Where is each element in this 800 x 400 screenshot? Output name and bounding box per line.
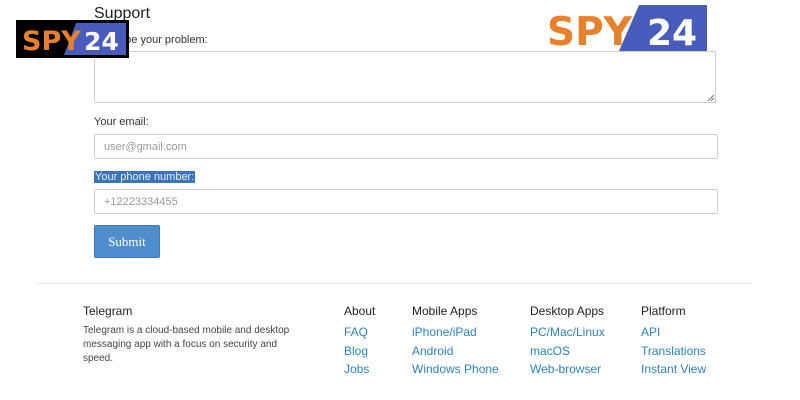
footer-link-web-browser[interactable]: Web-browser <box>530 362 601 376</box>
footer-link-pc-mac-linux[interactable]: PC/Mac/Linux <box>530 325 605 339</box>
footer-link-android[interactable]: Android <box>412 344 453 358</box>
spy24-logo-small: SPY 24 <box>16 20 129 58</box>
spy24-logo-large-left: SPY <box>547 10 633 51</box>
resize-handle-icon[interactable] <box>707 94 715 102</box>
footer-link-jobs[interactable]: Jobs <box>344 362 369 376</box>
footer-link-translations[interactable]: Translations <box>641 344 706 358</box>
footer-about-heading: About <box>344 304 376 318</box>
spy24-logo-large: SPY 24 <box>547 5 707 51</box>
phone-label: Your phone number: <box>94 171 196 183</box>
spy24-logo-large-right: 24 <box>647 13 697 51</box>
footer-telegram-description: Telegram is a cloud-based mobile and des… <box>83 325 290 364</box>
footer-link-iphone-ipad[interactable]: iPhone/iPad <box>412 325 477 339</box>
submit-button[interactable]: Submit <box>94 225 160 258</box>
footer-telegram-heading: Telegram <box>83 304 133 318</box>
problem-textarea[interactable] <box>94 51 716 103</box>
footer-link-instant-view[interactable]: Instant View <box>641 362 706 376</box>
footer-link-blog[interactable]: Blog <box>344 344 368 358</box>
email-label: Your email: <box>94 116 149 128</box>
spy24-logo-small-left: SPY <box>22 26 81 57</box>
footer-divider <box>35 283 753 284</box>
footer-desktop-apps-heading: Desktop Apps <box>530 304 605 318</box>
phone-field[interactable] <box>94 189 718 214</box>
footer-mobile-apps-heading: Mobile Apps <box>412 304 478 318</box>
footer-link-windows-phone[interactable]: Windows Phone <box>412 362 499 376</box>
footer-link-api[interactable]: API <box>641 325 660 339</box>
footer-link-faq[interactable]: FAQ <box>344 325 368 339</box>
footer-platform-heading: Platform <box>641 304 686 318</box>
footer-link-macos[interactable]: macOS <box>530 344 570 358</box>
spy24-logo-small-right: 24 <box>84 27 119 56</box>
email-field[interactable] <box>94 134 718 159</box>
